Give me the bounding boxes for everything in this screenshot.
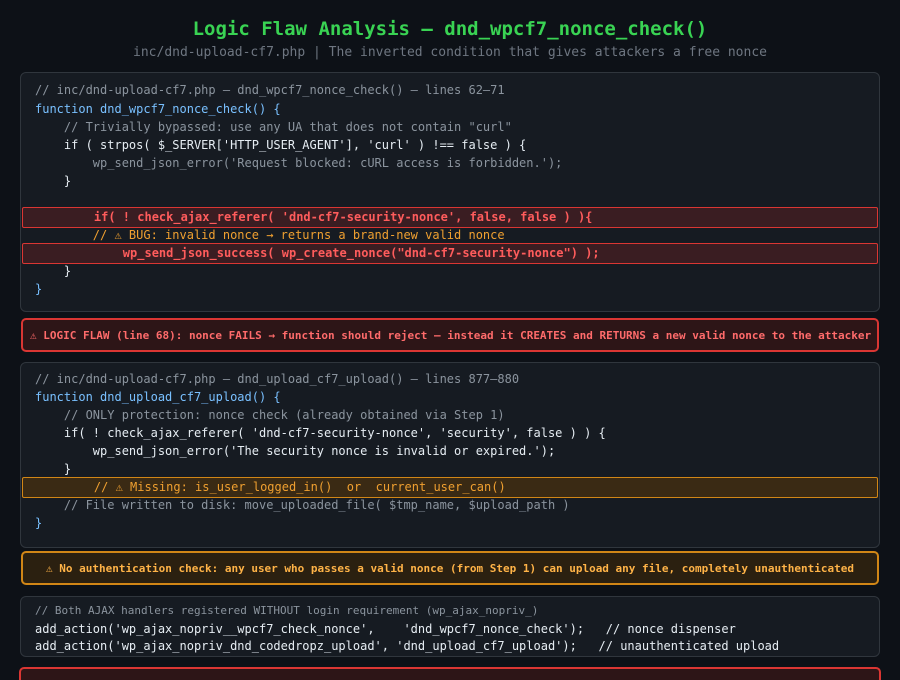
code-line: } — [35, 174, 72, 188]
highlighted-code-line-bug: wp_send_json_success( wp_create_nonce("d… — [22, 243, 878, 264]
code-line: // Both AJAX handlers registered WITHOUT… — [35, 604, 539, 617]
code-line: add_action('wp_ajax_nopriv_dnd_codedropz… — [35, 639, 780, 653]
bug-comment-line: // ⚠ BUG: invalid nonce → returns a bran… — [35, 228, 505, 242]
code-line: // inc/dnd-upload-cf7.php — dnd_upload_c… — [35, 372, 520, 386]
code-line: if ( strpos( $_SERVER['HTTP_USER_AGENT']… — [35, 138, 527, 152]
code-line: } — [35, 462, 72, 476]
page-subtitle: inc/dnd-upload-cf7.php | The inverted co… — [133, 45, 767, 60]
code-line: add_action('wp_ajax_nopriv__wpcf7_check_… — [35, 622, 736, 636]
code-line: wp_send_json_error('The security nonce i… — [35, 444, 556, 458]
code-line: } — [35, 516, 43, 530]
highlighted-code-line-bug: if( ! check_ajax_referer( 'dnd-cf7-secur… — [22, 207, 878, 228]
code-line: // File written to disk: move_uploaded_f… — [35, 498, 570, 512]
code-line: wp_send_json_error('Request blocked: cUR… — [35, 156, 563, 170]
clipped-bottom-panel — [19, 667, 881, 680]
code-line: // ONLY protection: nonce check (already… — [35, 408, 505, 422]
code-line: } — [35, 264, 72, 278]
code-line: function dnd_upload_cf7_upload() { — [35, 390, 281, 404]
code-panel-ajax-hooks: // Both AJAX handlers registered WITHOUT… — [20, 596, 880, 657]
code-panel-nonce-check: // inc/dnd-upload-cf7.php — dnd_wpcf7_no… — [20, 72, 880, 312]
highlighted-missing-auth-line: // ⚠ Missing: is_user_logged_in() or cur… — [22, 477, 878, 498]
code-line: function dnd_wpcf7_nonce_check() { — [35, 102, 281, 116]
code-line: // Trivially bypassed: use any UA that d… — [35, 120, 512, 134]
page-title: Logic Flaw Analysis — dnd_wpcf7_nonce_ch… — [192, 18, 708, 40]
code-panel-upload: // inc/dnd-upload-cf7.php — dnd_upload_c… — [20, 362, 880, 548]
logic-flaw-callout: ⚠ LOGIC FLAW (line 68): nonce FAILS → fu… — [21, 318, 879, 352]
missing-auth-callout: ⚠ No authentication check: any user who … — [21, 551, 879, 585]
code-line: if( ! check_ajax_referer( 'dnd-cf7-secur… — [35, 426, 606, 440]
code-line: // inc/dnd-upload-cf7.php — dnd_wpcf7_no… — [35, 83, 505, 97]
code-line: } — [35, 282, 43, 296]
